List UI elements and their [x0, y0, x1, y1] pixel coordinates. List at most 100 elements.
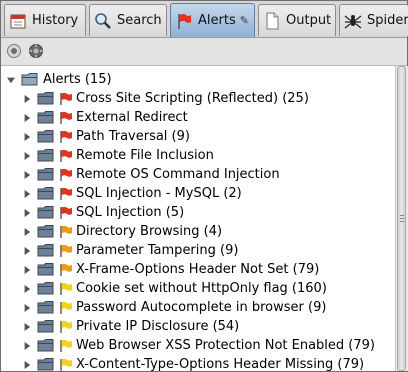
- search-icon: [95, 12, 111, 29]
- collapsed-arrow-icon[interactable]: [23, 132, 31, 142]
- collapsed-arrow-icon[interactable]: [23, 227, 31, 237]
- collapsed-arrow-icon[interactable]: [23, 151, 31, 161]
- alert-item-label: X-Frame-Options Header Not Set (79): [76, 262, 320, 277]
- alert-item[interactable]: Directory Browsing (4): [1, 222, 395, 241]
- alert-item-label: X-Content-Type-Options Header Missing (7…: [76, 357, 365, 371]
- tab-history[interactable]: History: [4, 4, 86, 36]
- collapsed-arrow-icon[interactable]: [23, 322, 31, 332]
- folder-icon: [37, 301, 54, 314]
- alert-item[interactable]: Remote File Inclusion: [1, 146, 395, 165]
- tab-spider-label: Spider: [367, 13, 408, 28]
- alert-item-label: Remote File Inclusion: [76, 148, 214, 163]
- alert-item[interactable]: Remote OS Command Injection: [1, 165, 395, 184]
- alerts-toolbar: [1, 38, 407, 66]
- risk-flag-icon: [60, 339, 72, 352]
- collapsed-arrow-icon[interactable]: [23, 208, 31, 218]
- risk-flag-icon: [60, 263, 72, 276]
- tree-root-alerts[interactable]: Alerts (15): [1, 70, 395, 89]
- folder-icon: [37, 358, 54, 371]
- collapsed-arrow-icon[interactable]: [23, 246, 31, 256]
- tab-bar: History Search Alerts ✎ Output Spider: [1, 1, 408, 38]
- alert-item[interactable]: Private IP Disclosure (54): [1, 317, 395, 336]
- risk-flag-icon: [60, 187, 72, 200]
- alert-item[interactable]: Cookie set without HttpOnly flag (160): [1, 279, 395, 298]
- vertical-scrollbar[interactable]: [395, 66, 408, 371]
- risk-flag-icon: [60, 320, 72, 333]
- tab-output[interactable]: Output: [258, 4, 336, 36]
- alert-item-label: SQL Injection (5): [76, 205, 185, 220]
- risk-flag-icon: [60, 111, 72, 124]
- alert-item-label: Directory Browsing (4): [76, 224, 223, 239]
- tab-search-label: Search: [117, 13, 162, 28]
- filter-icon[interactable]: [6, 43, 22, 59]
- risk-flag-icon: [60, 358, 72, 371]
- alert-item-label: Parameter Tampering (9): [76, 243, 239, 258]
- alerts-panel: History Search Alerts ✎ Output Spider Al…: [0, 0, 408, 372]
- folder-icon: [37, 92, 54, 105]
- thumb-grip: [400, 218, 404, 219]
- alert-item-label: External Redirect: [76, 110, 188, 125]
- folder-icon: [37, 206, 54, 219]
- risk-flag-icon: [60, 244, 72, 257]
- folder-icon: [37, 320, 54, 333]
- folder-icon: [37, 244, 54, 257]
- folder-icon: [37, 187, 54, 200]
- alert-item[interactable]: SQL Injection (5): [1, 203, 395, 222]
- alert-item-label: Password Autocomplete in browser (9): [76, 300, 327, 315]
- folder-icon: [37, 130, 54, 143]
- collapsed-arrow-icon[interactable]: [23, 265, 31, 275]
- folder-icon: [37, 149, 54, 162]
- collapsed-arrow-icon[interactable]: [23, 94, 31, 104]
- risk-flag-icon: [60, 206, 72, 219]
- alert-item-label: Cookie set without HttpOnly flag (160): [76, 281, 327, 296]
- collapsed-arrow-icon[interactable]: [23, 360, 31, 370]
- folder-icon: [37, 282, 54, 295]
- alert-item-label: Remote OS Command Injection: [76, 167, 280, 182]
- risk-flag-icon: [60, 149, 72, 162]
- risk-flag-icon: [60, 282, 72, 295]
- alert-item[interactable]: Password Autocomplete in browser (9): [1, 298, 395, 317]
- tab-alerts[interactable]: Alerts ✎: [170, 3, 255, 37]
- alert-item[interactable]: Parameter Tampering (9): [1, 241, 395, 260]
- tab-output-label: Output: [286, 13, 332, 28]
- alert-item[interactable]: X-Frame-Options Header Not Set (79): [1, 260, 395, 279]
- thumb-grip: [400, 221, 404, 222]
- risk-flag-icon: [60, 130, 72, 143]
- alert-item[interactable]: Cross Site Scripting (Reflected) (25): [1, 89, 395, 108]
- collapsed-arrow-icon[interactable]: [23, 189, 31, 199]
- alert-item[interactable]: Path Traversal (9): [1, 127, 395, 146]
- folder-icon: [37, 168, 54, 181]
- alert-item[interactable]: X-Content-Type-Options Header Missing (7…: [1, 355, 395, 371]
- alert-item[interactable]: Web Browser XSS Protection Not Enabled (…: [1, 336, 395, 355]
- alert-item[interactable]: SQL Injection - MySQL (2): [1, 184, 395, 203]
- expanded-arrow-icon[interactable]: [7, 75, 15, 85]
- risk-flag-icon: [60, 92, 72, 105]
- collapsed-arrow-icon[interactable]: [23, 284, 31, 294]
- folder-icon: [37, 263, 54, 276]
- pin-icon[interactable]: ✎: [240, 14, 249, 27]
- history-icon: [10, 14, 26, 28]
- collapsed-arrow-icon[interactable]: [23, 303, 31, 313]
- alert-item-label: Web Browser XSS Protection Not Enabled (…: [76, 338, 375, 353]
- collapsed-arrow-icon[interactable]: [23, 341, 31, 351]
- spider-icon: [344, 14, 362, 28]
- tab-spider[interactable]: Spider: [339, 4, 408, 36]
- collapsed-arrow-icon[interactable]: [23, 113, 31, 123]
- folder-icon: [37, 111, 54, 124]
- scan-settings-icon[interactable]: [28, 43, 44, 59]
- collapsed-arrow-icon[interactable]: [23, 170, 31, 180]
- tab-search[interactable]: Search: [89, 4, 167, 36]
- alert-item[interactable]: External Redirect: [1, 108, 395, 127]
- tree-root-label: Alerts (15): [43, 72, 112, 87]
- alert-item-label: Cross Site Scripting (Reflected) (25): [76, 91, 309, 106]
- risk-flag-icon: [60, 168, 72, 181]
- alert-item-label: SQL Injection - MySQL (2): [76, 186, 242, 201]
- folder-icon: [37, 225, 54, 238]
- risk-flag-icon: [60, 301, 72, 314]
- scrollbar-thumb[interactable]: [397, 66, 406, 371]
- output-document-icon: [266, 12, 279, 29]
- folder-open-icon: [21, 73, 38, 86]
- alert-item-label: Path Traversal (9): [76, 129, 190, 144]
- folder-icon: [37, 339, 54, 352]
- thumb-grip: [400, 215, 404, 216]
